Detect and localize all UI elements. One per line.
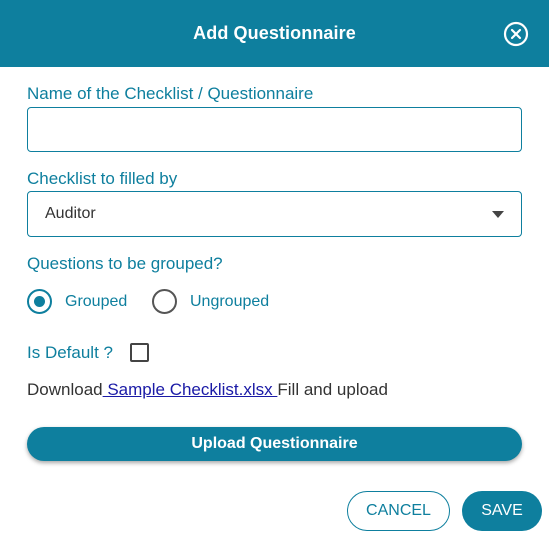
filled-by-selected-value: Auditor bbox=[45, 205, 96, 222]
save-button[interactable]: SAVE bbox=[462, 491, 542, 531]
close-icon[interactable] bbox=[503, 21, 529, 47]
is-default-checkbox[interactable] bbox=[130, 343, 149, 362]
sample-checklist-link[interactable]: Sample Checklist.xlsx bbox=[103, 380, 278, 399]
filled-by-label: Checklist to filled by bbox=[27, 169, 178, 188]
is-default-label: Is Default ? bbox=[27, 343, 113, 362]
dropdown-arrow-icon bbox=[492, 211, 504, 218]
radio-unchecked-icon bbox=[152, 289, 177, 314]
download-prefix: Download bbox=[27, 380, 103, 399]
download-instructions: Download Sample Checklist.xlsx Fill and … bbox=[27, 380, 388, 400]
radio-ungrouped-label: Ungrouped bbox=[190, 293, 270, 310]
cancel-button[interactable]: CANCEL bbox=[347, 491, 450, 531]
dialog-header: Add Questionnaire bbox=[0, 0, 549, 67]
radio-grouped[interactable]: Grouped bbox=[27, 289, 137, 315]
dialog-title: Add Questionnaire bbox=[193, 23, 356, 43]
upload-questionnaire-button[interactable]: Upload Questionnaire bbox=[27, 427, 522, 461]
radio-ungrouped[interactable]: Ungrouped bbox=[152, 289, 282, 315]
add-questionnaire-dialog: Add Questionnaire Name of the Checklist … bbox=[0, 0, 549, 538]
radio-grouped-label: Grouped bbox=[65, 293, 128, 310]
checklist-name-input[interactable] bbox=[27, 107, 522, 152]
filled-by-select[interactable]: Auditor bbox=[27, 191, 522, 237]
checklist-name-label: Name of the Checklist / Questionnaire bbox=[27, 84, 314, 103]
download-suffix: Fill and upload bbox=[277, 380, 388, 399]
grouping-label: Questions to be grouped? bbox=[27, 254, 223, 273]
radio-checked-icon bbox=[27, 289, 52, 314]
radio-dot bbox=[34, 296, 45, 307]
